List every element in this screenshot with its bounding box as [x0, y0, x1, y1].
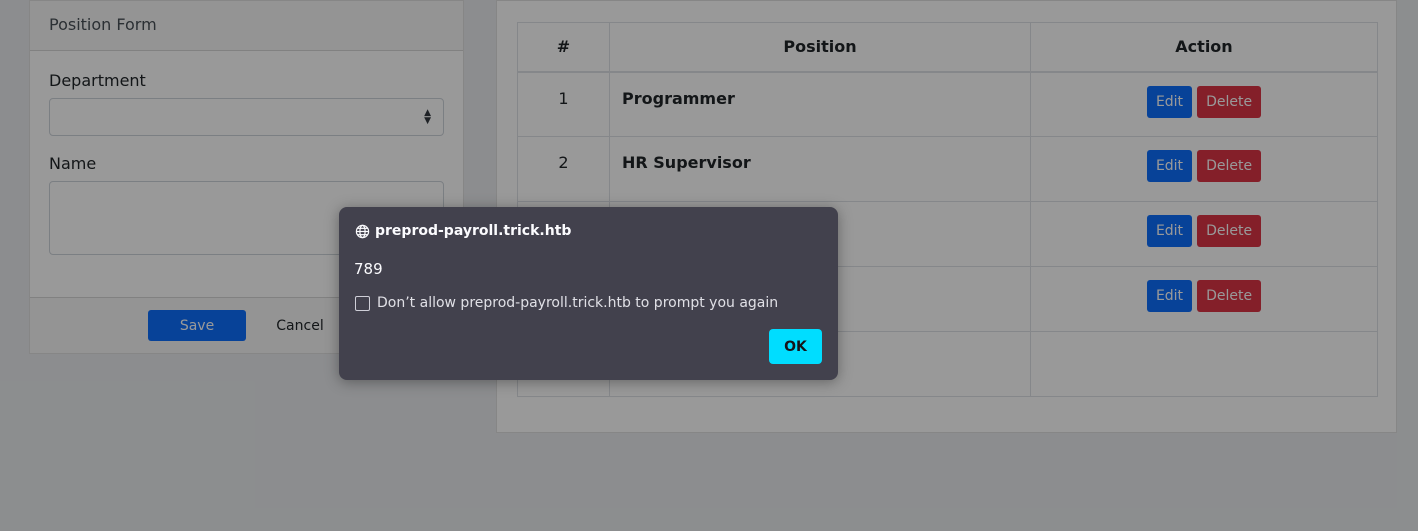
dont-allow-checkbox[interactable] — [355, 295, 370, 311]
dont-allow-prompt-option[interactable]: Don’t allow preprod-payroll.trick.htb to… — [355, 295, 778, 311]
dont-allow-label: Don’t allow preprod-payroll.trick.htb to… — [377, 295, 779, 311]
dialog-host: preprod-payroll.trick.htb — [375, 223, 572, 239]
dialog-title: preprod-payroll.trick.htb — [355, 223, 571, 239]
dialog-message: 789 — [354, 260, 383, 278]
globe-icon — [355, 224, 370, 238]
ok-button[interactable]: OK — [769, 329, 822, 364]
alert-dialog: preprod-payroll.trick.htb 789 Don’t allo… — [339, 207, 838, 380]
